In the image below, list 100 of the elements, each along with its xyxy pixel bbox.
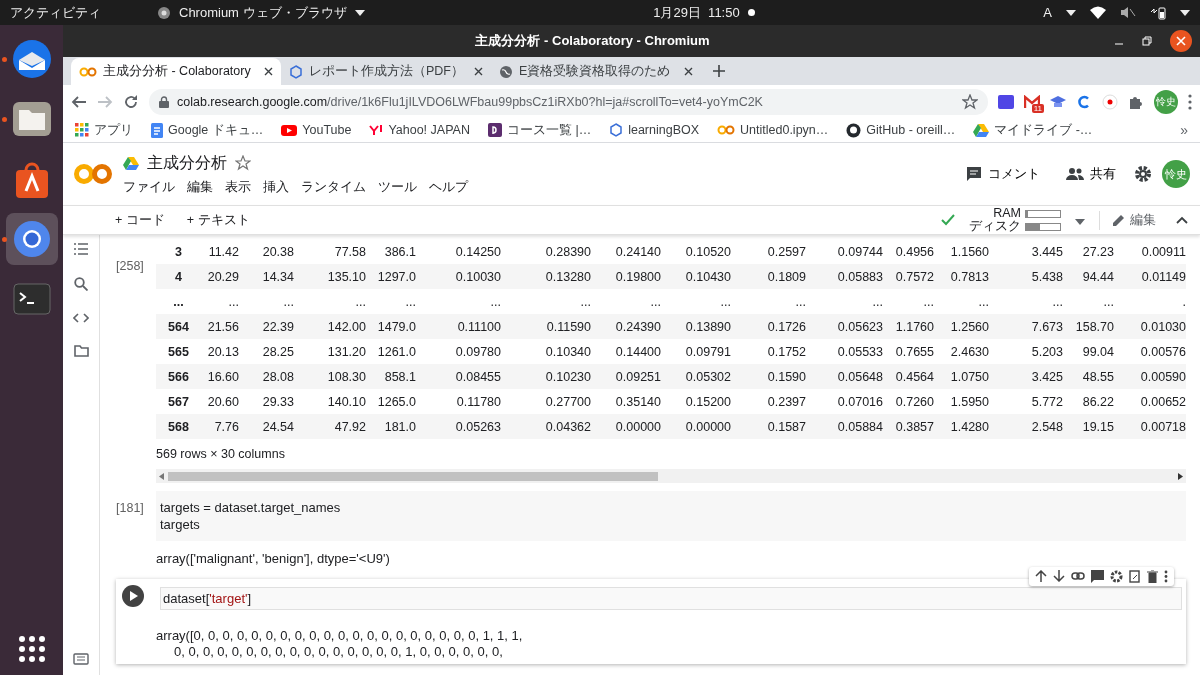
cube-icon (609, 123, 624, 137)
browser-tab[interactable]: E資格受験資格取得のため (491, 58, 701, 85)
link-icon[interactable] (1071, 570, 1085, 583)
resource-meter[interactable]: RAM ディスク (969, 207, 1061, 233)
table-cell-text: 0.00590 (1139, 369, 1186, 384)
close-icon[interactable] (264, 67, 273, 76)
folder-icon[interactable] (73, 345, 89, 357)
activities-label[interactable]: アクティビティ (10, 3, 101, 22)
settings-icon[interactable] (1134, 165, 1152, 183)
table-cell-text: 0.2597 (766, 244, 806, 259)
horizontal-scrollbar[interactable] (156, 469, 1186, 483)
add-code-button[interactable]: + コード (111, 209, 169, 231)
edit-button[interactable]: 編集 (1099, 210, 1162, 230)
keyboard-icon[interactable] (73, 653, 89, 665)
menu-item[interactable]: 挿入 (263, 177, 289, 196)
bookmark[interactable]: learningBOX (609, 123, 700, 137)
bookmark[interactable]: コース一覧 |… (487, 121, 592, 139)
menu-item[interactable]: ファイル (123, 177, 175, 196)
triangle-logo-icon (973, 123, 990, 137)
record-icon[interactable] (1102, 93, 1118, 110)
bookmark[interactable]: アプリ (75, 121, 133, 139)
table-cell-text: 1297.0 (376, 269, 416, 284)
scroll-right-icon[interactable] (1178, 472, 1183, 480)
reload-icon[interactable] (123, 93, 139, 110)
comment-icon (966, 166, 982, 182)
close-icon[interactable] (684, 67, 693, 76)
dot-icon (747, 9, 755, 16)
bookmark[interactable]: Yahoo! JAPAN (369, 123, 470, 137)
browser-tab[interactable]: 主成分分析 - Colaboratory (71, 58, 281, 85)
table-cell-text: 1.5950 (949, 394, 989, 409)
notification-badge: 11 (1031, 103, 1044, 113)
more-icon[interactable] (1164, 570, 1168, 583)
table-cell-text: 0.05883 (836, 269, 883, 284)
mirror-cell-icon[interactable] (1129, 570, 1141, 583)
menu-item[interactable]: ヘルプ (429, 177, 468, 196)
menu-item[interactable]: ランタイム (301, 177, 366, 196)
table-cell-text: 28.08 (261, 369, 294, 384)
graduation-cap-icon[interactable] (1050, 94, 1066, 109)
table-cell-text: 14.34 (261, 269, 294, 284)
bookmark[interactable]: Google ドキュ… (151, 121, 264, 139)
extension-icon[interactable] (1076, 93, 1092, 110)
close-icon[interactable] (1170, 30, 1192, 52)
table-cell-text: 16.60 (206, 369, 239, 384)
add-text-button[interactable]: + テキスト (182, 209, 254, 231)
table-cell-text: 0.14400 (614, 344, 661, 359)
menu-item[interactable]: ツール (378, 177, 417, 196)
share-button[interactable]: 共有 (1058, 161, 1124, 187)
restore-icon[interactable] (1142, 36, 1152, 46)
code-brackets-icon[interactable] (73, 313, 89, 323)
output-line: 0, 0, 0, 0, 0, 0, 0, 0, 0, 0, 0, 0, 0, 0, 0, 0, 1, 0, 0, 0, 0, 0, 0, (173, 644, 504, 660)
move-up-icon[interactable] (1035, 570, 1047, 583)
app-grid-icon[interactable] (17, 635, 46, 663)
address-bar[interactable]: colab.research.google.com/drive/1k6Flu1jILVDO6LWFbau99pbsCz1iRXb0?hl=ja#scrollTo=vet4-yoYmC2K (149, 88, 988, 115)
more-bookmarks-button[interactable]: » (1180, 122, 1188, 138)
app-menu[interactable]: Chromium ウェブ・ブラウザ (179, 3, 347, 22)
search-icon[interactable] (74, 277, 88, 291)
close-icon[interactable] (474, 67, 483, 76)
chevron-up-icon[interactable] (1176, 216, 1188, 224)
delete-icon[interactable] (1147, 570, 1158, 583)
browser-tab[interactable]: レポート作成方法（PDF） (281, 58, 491, 85)
menu-item[interactable]: 編集 (187, 177, 213, 196)
star-icon[interactable] (962, 93, 978, 110)
row-index: 568 (167, 419, 190, 434)
bookmark[interactable]: GitHub - oreill… (846, 122, 956, 138)
menu-item[interactable]: 表示 (225, 177, 251, 196)
clock[interactable]: 1月29日 11:50 (653, 3, 740, 22)
ram-label: RAM (992, 207, 1021, 220)
input-method-indicator[interactable]: A (1043, 5, 1052, 20)
table-cell-text: 0.05263 (454, 419, 501, 434)
scroll-left-icon[interactable] (159, 472, 164, 480)
table-cell-text: 0.07016 (836, 394, 883, 409)
star-icon[interactable] (235, 155, 251, 171)
globe-icon (499, 64, 513, 79)
exclaim-logo-icon (369, 124, 384, 136)
comment-icon[interactable] (1091, 570, 1104, 583)
table-cell-text: 0.24140 (614, 244, 661, 259)
bookmark[interactable]: YouTube (281, 123, 352, 137)
move-down-icon[interactable] (1053, 570, 1065, 583)
table-cell-text: 0.13280 (544, 269, 591, 284)
table-cell-text: 158.70 (1074, 319, 1114, 334)
code-line[interactable]: targets (160, 516, 1182, 533)
output-line: array([0, 0, 0, 0, 0, 0, 0, 0, 0, 0, 0, 0, 0, 0, 0, 0, 0, 0, 0, 0, 1, 1, 1, (156, 628, 524, 644)
settings-icon[interactable] (1110, 570, 1123, 583)
table-cell-text: 0.11100 (456, 319, 501, 334)
bookmark[interactable]: Untitled0.ipyn… (717, 123, 829, 137)
bookmark[interactable]: マイドライブ -… (973, 121, 1093, 139)
more-icon[interactable] (1188, 93, 1192, 110)
run-cell-button[interactable] (122, 585, 144, 607)
back-icon[interactable] (71, 93, 87, 110)
list-icon[interactable] (74, 243, 88, 255)
table-cell-text: 131.20 (326, 344, 366, 359)
notebook-title[interactable]: 主成分分析 (147, 152, 227, 174)
table-cell-text: 3.445 (1030, 244, 1063, 259)
rings-logo-icon[interactable] (73, 163, 113, 185)
comment-button[interactable]: コメント (958, 161, 1048, 187)
lock-icon (159, 95, 169, 108)
table-cell-text: 0.7260 (894, 394, 934, 409)
code-line[interactable]: targets = dataset.target_names (160, 499, 1182, 516)
extension-icon[interactable] (998, 94, 1014, 109)
mail-icon[interactable] (1024, 94, 1040, 109)
